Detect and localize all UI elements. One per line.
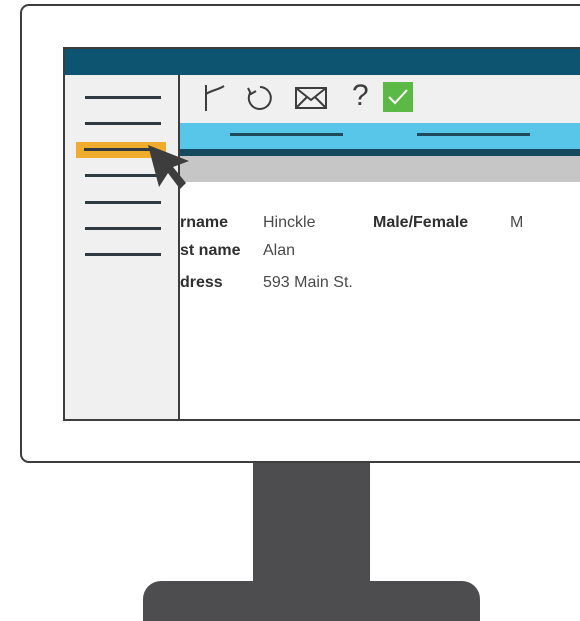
gender-label: Male/Female [373,214,469,231]
check-button[interactable] [383,82,413,112]
firstname-value[interactable]: Alan [263,242,295,260]
sidebar-item[interactable] [85,227,161,230]
toolbar: ? [180,75,580,123]
check-icon [388,89,408,105]
gender-value[interactable]: M [510,214,523,232]
refresh-icon[interactable] [246,84,274,112]
gender-label-cell: Male/Female [373,214,468,232]
sidebar-item[interactable] [85,96,161,99]
sidebar [63,75,180,421]
screen: ? rname Hinckle Male/Female M st name Al… [63,47,580,421]
address-label: dress [180,274,223,291]
sidebar-item[interactable] [85,122,161,125]
tab-strip [180,123,580,149]
flag-icon[interactable] [202,84,228,112]
sidebar-item[interactable] [85,253,161,256]
address-value[interactable]: 593 Main St. [263,274,353,292]
monitor-stand-base [143,581,480,621]
section-header [180,156,580,182]
surname-label: rname [180,214,229,231]
sidebar-item[interactable] [85,201,161,204]
firstname-label: st name [180,242,241,259]
surname-row: rname [180,214,228,232]
tab-2[interactable] [417,133,530,136]
help-icon[interactable]: ? [352,81,369,111]
firstname-row: st name [180,242,240,260]
address-row: dress [180,274,223,292]
mouse-pointer-icon [148,145,189,189]
monitor-stand-neck [253,463,370,581]
header-divider [180,149,580,156]
tab-1[interactable] [230,133,343,136]
content-area: ? rname Hinckle Male/Female M st name Al… [180,75,580,421]
surname-value[interactable]: Hinckle [263,214,315,232]
title-bar [63,47,580,75]
mail-icon[interactable] [295,87,327,109]
